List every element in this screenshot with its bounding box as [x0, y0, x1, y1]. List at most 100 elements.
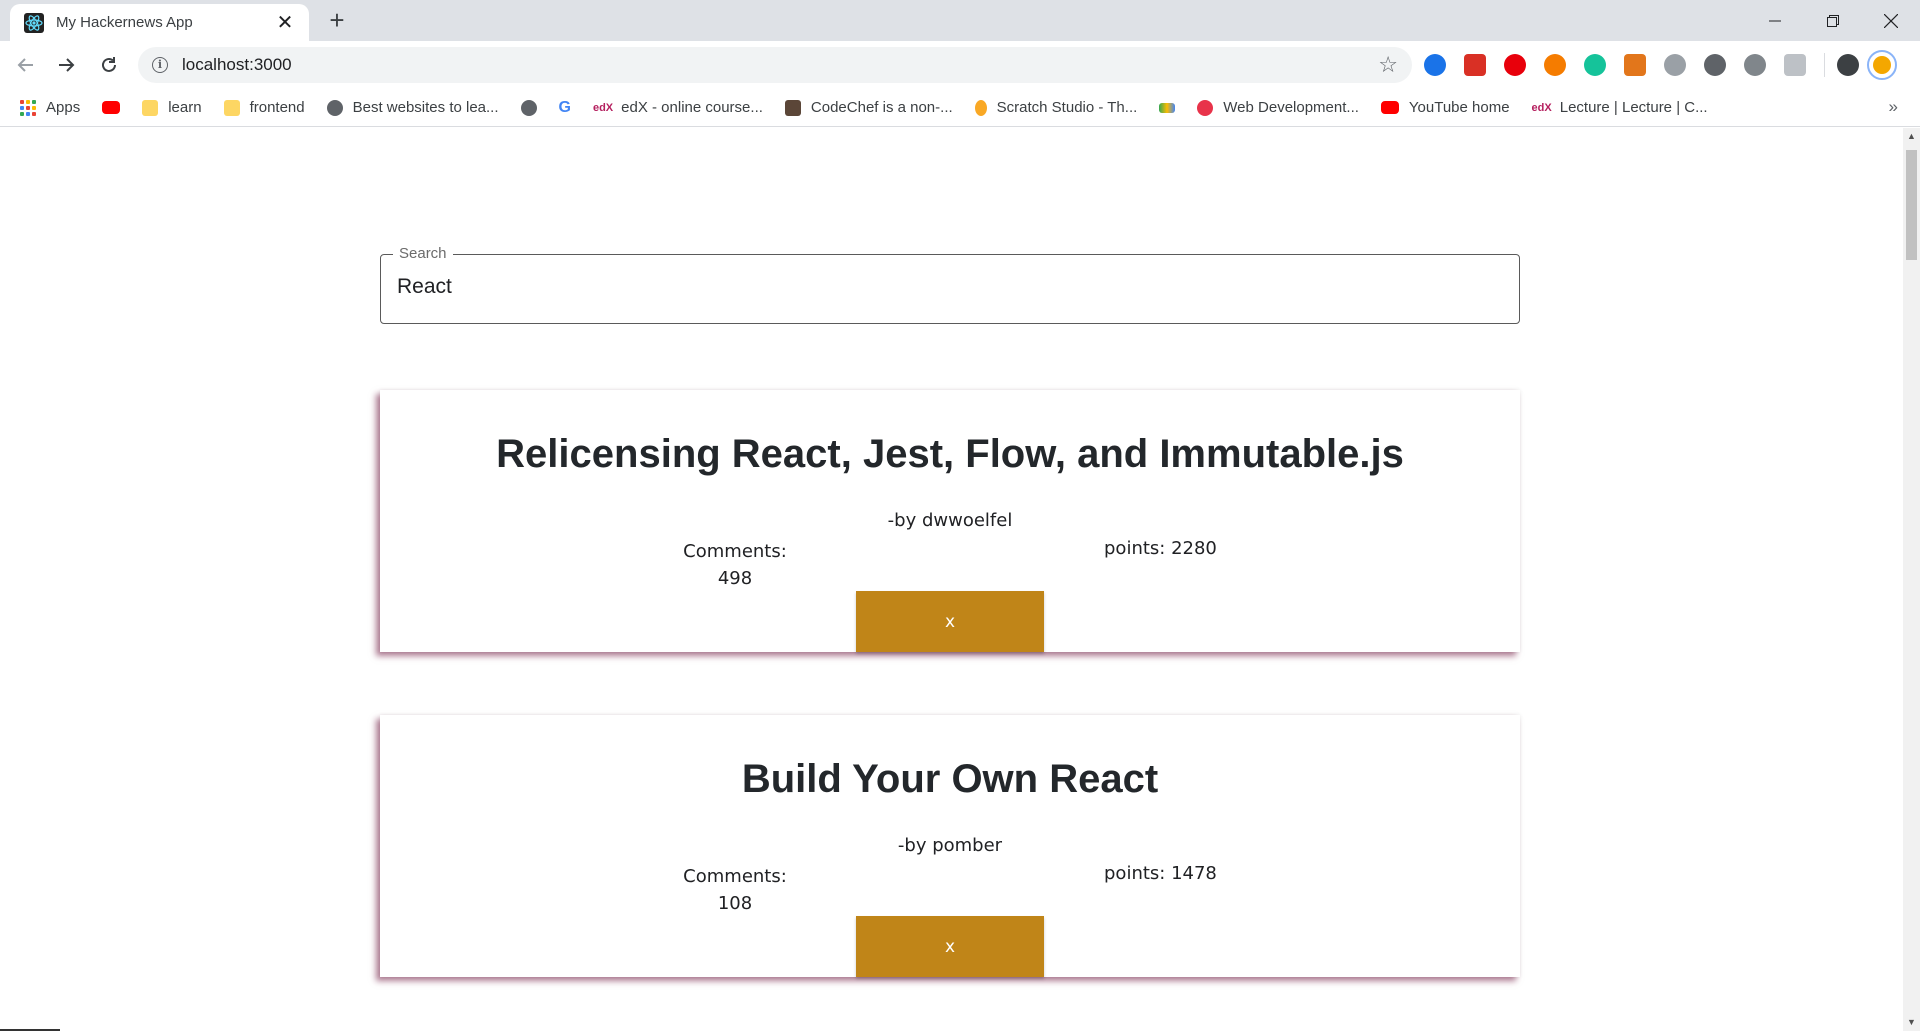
- bookmark-label: Lecture | Lecture | C...: [1559, 99, 1708, 116]
- react-icon: [24, 12, 44, 33]
- bookmark-scratch[interactable]: Scratch Studio - Th...: [974, 99, 1137, 116]
- avatar-icon: [1873, 56, 1891, 74]
- story-card: Build Your Own React -by pomber Comments…: [380, 715, 1520, 977]
- remove-story-button[interactable]: x: [856, 916, 1044, 977]
- scroll-up-icon[interactable]: ▲: [1903, 128, 1920, 145]
- r-icon: [1197, 99, 1214, 116]
- bookmark-label: edX - online course...: [621, 99, 763, 116]
- bookmark-globe[interactable]: [520, 99, 537, 116]
- address-bar[interactable]: i localhost:3000 ☆: [138, 47, 1412, 83]
- story-author: -by pomber: [897, 835, 1003, 856]
- folder-icon: [223, 99, 240, 116]
- search-field[interactable]: Search: [380, 245, 1520, 324]
- extension-icon[interactable]: [1784, 54, 1806, 76]
- close-tab-icon[interactable]: ✕: [275, 10, 295, 35]
- bookmark-edx[interactable]: edX edX - online course...: [593, 99, 763, 116]
- minimize-button[interactable]: [1746, 0, 1804, 41]
- close-window-button[interactable]: [1862, 0, 1920, 41]
- story-comments: Comments: 498: [680, 538, 790, 592]
- reload-icon: [102, 57, 116, 72]
- extension-icon[interactable]: [1464, 54, 1486, 76]
- bookmark-label: learn: [168, 99, 202, 116]
- youtube-icon: [1380, 101, 1399, 114]
- bookmark-label: Best websites to lea...: [352, 99, 499, 116]
- bookmark-codechef[interactable]: CodeChef is a non-...: [784, 99, 953, 116]
- tab-title: My Hackernews App: [56, 14, 193, 31]
- extension-icon[interactable]: [1664, 54, 1686, 76]
- story-title[interactable]: Build Your Own React: [380, 757, 1520, 802]
- edx-icon: edX: [1531, 101, 1552, 114]
- bookmark-youtube[interactable]: [102, 101, 121, 114]
- extensions-bar: [1424, 50, 1897, 80]
- extension-icon[interactable]: [1837, 54, 1859, 76]
- page-viewport: Search Relicensing React, Jest, Flow, an…: [0, 128, 1920, 1031]
- info-icon[interactable]: i: [152, 57, 168, 73]
- globe-icon: [326, 99, 343, 116]
- bookmark-maps[interactable]: [1159, 102, 1176, 113]
- minimize-icon: [1769, 20, 1781, 21]
- bookmark-label: CodeChef is a non-...: [810, 99, 953, 116]
- google-icon: G: [558, 98, 571, 116]
- browser-toolbar: i localhost:3000 ☆: [0, 41, 1920, 89]
- arrow-right-icon: [59, 58, 75, 72]
- remove-story-button[interactable]: x: [856, 591, 1044, 652]
- vertical-scrollbar[interactable]: ▲ ▼: [1903, 128, 1920, 1031]
- comments-label: Comments:: [683, 541, 787, 562]
- grammarly-icon[interactable]: [1584, 54, 1606, 76]
- bookmark-star-icon[interactable]: ☆: [1378, 52, 1398, 78]
- comments-count: 108: [717, 893, 753, 914]
- maps-icon: [1159, 102, 1176, 113]
- extension-icon[interactable]: [1504, 54, 1526, 76]
- forward-button[interactable]: [50, 48, 84, 82]
- bookmark-folder-learn[interactable]: learn: [142, 99, 202, 116]
- restore-icon: [1827, 14, 1839, 27]
- bookmarks-bar: Apps learn frontend Best websites to lea…: [0, 89, 1920, 127]
- comments-count: 498: [717, 568, 753, 589]
- metamask-icon[interactable]: [1624, 54, 1646, 76]
- browser-tab[interactable]: My Hackernews App ✕: [10, 4, 309, 41]
- story-author: -by dwwoelfel: [887, 510, 1013, 531]
- extension-icon[interactable]: [1544, 54, 1566, 76]
- comments-label: Comments:: [683, 866, 787, 887]
- bookmark-best-websites[interactable]: Best websites to lea...: [326, 99, 499, 116]
- bookmark-label: YouTube home: [1408, 99, 1510, 116]
- window-controls: [1746, 0, 1920, 41]
- bookmark-label: Apps: [46, 99, 81, 116]
- scroll-down-icon[interactable]: ▼: [1903, 1014, 1920, 1031]
- scroll-thumb[interactable]: [1906, 150, 1917, 260]
- bookmark-apps[interactable]: Apps: [20, 99, 80, 116]
- restore-button[interactable]: [1804, 0, 1862, 41]
- story-comments: Comments: 108: [680, 863, 790, 917]
- reload-button[interactable]: [92, 48, 126, 82]
- search-label: Search: [393, 245, 453, 262]
- profile-avatar[interactable]: [1867, 50, 1897, 80]
- tab-strip: My Hackernews App ✕ +: [0, 0, 1920, 41]
- toolbar-divider: [1824, 53, 1825, 77]
- youtube-icon: [102, 101, 121, 114]
- bookmark-folder-frontend[interactable]: frontend: [223, 99, 305, 116]
- new-tab-button[interactable]: +: [322, 6, 352, 36]
- bookmark-web-development[interactable]: Web Development...: [1197, 99, 1359, 116]
- story-points: points: 1478: [1104, 863, 1217, 884]
- extension-icon[interactable]: [1744, 54, 1766, 76]
- url-text[interactable]: localhost:3000: [182, 55, 1378, 75]
- back-button[interactable]: [8, 48, 42, 82]
- edx-icon: edX: [592, 101, 614, 114]
- extension-icon[interactable]: [1704, 54, 1726, 76]
- bookmark-label: Web Development...: [1223, 99, 1359, 116]
- story-title[interactable]: Relicensing React, Jest, Flow, and Immut…: [380, 432, 1520, 477]
- more-bookmarks-icon[interactable]: »: [1889, 97, 1898, 117]
- arrow-left-icon: [17, 58, 33, 72]
- extension-icon[interactable]: [1424, 54, 1446, 76]
- folder-icon: [142, 99, 159, 116]
- story-card: Relicensing React, Jest, Flow, and Immut…: [380, 390, 1520, 652]
- bookmark-lecture[interactable]: edX Lecture | Lecture | C...: [1532, 99, 1708, 116]
- story-points: points: 2280: [1104, 538, 1217, 559]
- search-input[interactable]: [397, 275, 1497, 299]
- close-icon: [1884, 13, 1898, 28]
- codechef-icon: [784, 99, 801, 116]
- bookmark-label: frontend: [249, 99, 305, 116]
- bookmark-youtube-home[interactable]: YouTube home: [1380, 99, 1510, 116]
- bookmark-google[interactable]: G: [559, 99, 571, 117]
- scratch-icon: [974, 99, 987, 116]
